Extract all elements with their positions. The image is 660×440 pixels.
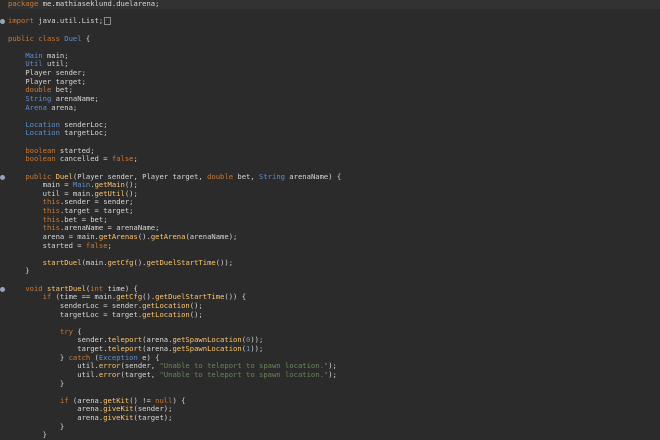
- code-line[interactable]: Main main;: [8, 51, 660, 61]
- code-token: getCfg: [107, 257, 134, 267]
- fold-toggle-icon[interactable]: [104, 17, 112, 26]
- override-marker-icon[interactable]: [0, 174, 5, 180]
- code-token: double: [207, 171, 234, 181]
- code-token: getLocation: [142, 309, 190, 319]
- code-line[interactable]: [8, 9, 660, 18]
- code-token: targetLoc;: [59, 128, 108, 138]
- code-token: (target);: [133, 413, 173, 422]
- override-marker-icon[interactable]: [0, 286, 5, 292]
- code-line[interactable]: String arenaName;: [8, 94, 660, 104]
- code-token: java.util.List;: [38, 16, 104, 26]
- code-line[interactable]: targetLoc = target.getLocation();: [8, 309, 660, 320]
- code-token: ) {: [172, 395, 186, 405]
- code-token: false: [85, 240, 108, 250]
- code-line[interactable]: import java.util.List;: [0, 16, 660, 26]
- code-token: giveKit: [103, 413, 134, 422]
- code-token: ());: [215, 257, 234, 267]
- code-token: boolean: [25, 154, 56, 164]
- code-token: startDuel: [42, 257, 82, 267]
- code-token: String: [259, 171, 285, 181]
- code-token: cancelled =: [55, 154, 112, 164]
- code-line[interactable]: Player target;: [8, 77, 660, 87]
- code-line[interactable]: started = false;: [8, 240, 660, 251]
- code-line[interactable]: arena.giveKit(target);: [8, 413, 660, 423]
- code-area[interactable]: package me.mathiaseklund.duelarena; impor…: [0, 0, 660, 440]
- code-line[interactable]: double bet;: [8, 85, 660, 95]
- code-token: ;: [133, 154, 138, 164]
- code-token: }: [8, 266, 30, 276]
- code-token: Duel: [64, 33, 82, 43]
- code-line[interactable]: }: [8, 378, 660, 389]
- code-line[interactable]: }: [8, 267, 660, 276]
- editor-gutter: [0, 0, 7, 440]
- code-line[interactable]: [8, 43, 660, 52]
- code-token: getArena: [150, 231, 186, 241]
- code-token: ));: [250, 344, 264, 353]
- code-line[interactable]: [8, 138, 660, 147]
- code-line[interactable]: util.error(target, "Unable to teleport t…: [8, 369, 660, 380]
- code-line[interactable]: package me.mathiaseklund.duelarena;: [8, 0, 660, 9]
- code-token: getSpawnLocation: [172, 344, 242, 353]
- code-token: error: [98, 369, 121, 379]
- code-token: ().: [133, 257, 147, 267]
- code-token: false: [111, 154, 134, 164]
- code-token: }: [8, 430, 47, 440]
- code-line[interactable]: startDuel(main.getCfg().getDuelStartTime…: [8, 257, 660, 268]
- code-token: );: [328, 369, 337, 379]
- code-token: arenaName) {: [284, 171, 342, 181]
- code-token: }: [8, 378, 65, 388]
- code-token: targetLoc = target.: [8, 309, 143, 319]
- code-line[interactable]: Player sender;: [8, 68, 660, 78]
- code-token: bet,: [233, 171, 260, 181]
- code-token: {: [81, 33, 91, 43]
- code-line[interactable]: public class Duel {: [8, 33, 660, 44]
- code-token: Arena: [25, 102, 47, 112]
- code-token: me.mathiaseklund.duelarena;: [42, 0, 160, 8]
- code-token: started =: [8, 240, 86, 250]
- code-token: getDuelStartTime: [146, 257, 216, 267]
- code-line[interactable]: [8, 319, 660, 328]
- code-token: ()) {: [224, 292, 247, 302]
- code-line[interactable]: boolean cancelled = false;: [8, 154, 660, 164]
- code-token: package: [8, 0, 43, 8]
- code-token: "Unable to teleport to spawn location.": [159, 369, 329, 379]
- code-token: ();: [189, 309, 203, 319]
- code-token: (arenaName);: [185, 231, 238, 241]
- code-token: ;: [107, 240, 112, 250]
- code-line[interactable]: Arena arena;: [8, 102, 660, 113]
- code-token: Location: [25, 128, 60, 138]
- code-line[interactable]: }: [8, 422, 660, 432]
- code-line[interactable]: }: [8, 430, 660, 440]
- code-token: arena;: [46, 102, 78, 112]
- code-token: public class: [8, 33, 65, 43]
- code-line[interactable]: Location targetLoc;: [8, 129, 660, 138]
- code-token: ().: [137, 231, 151, 241]
- code-editor[interactable]: package me.mathiaseklund.duelarena; impor…: [0, 0, 660, 440]
- code-token: (main.: [81, 257, 108, 267]
- code-line[interactable]: Util util;: [8, 60, 660, 69]
- code-line[interactable]: [8, 26, 660, 35]
- code-token: (target,: [120, 369, 160, 379]
- code-token: import: [8, 16, 39, 26]
